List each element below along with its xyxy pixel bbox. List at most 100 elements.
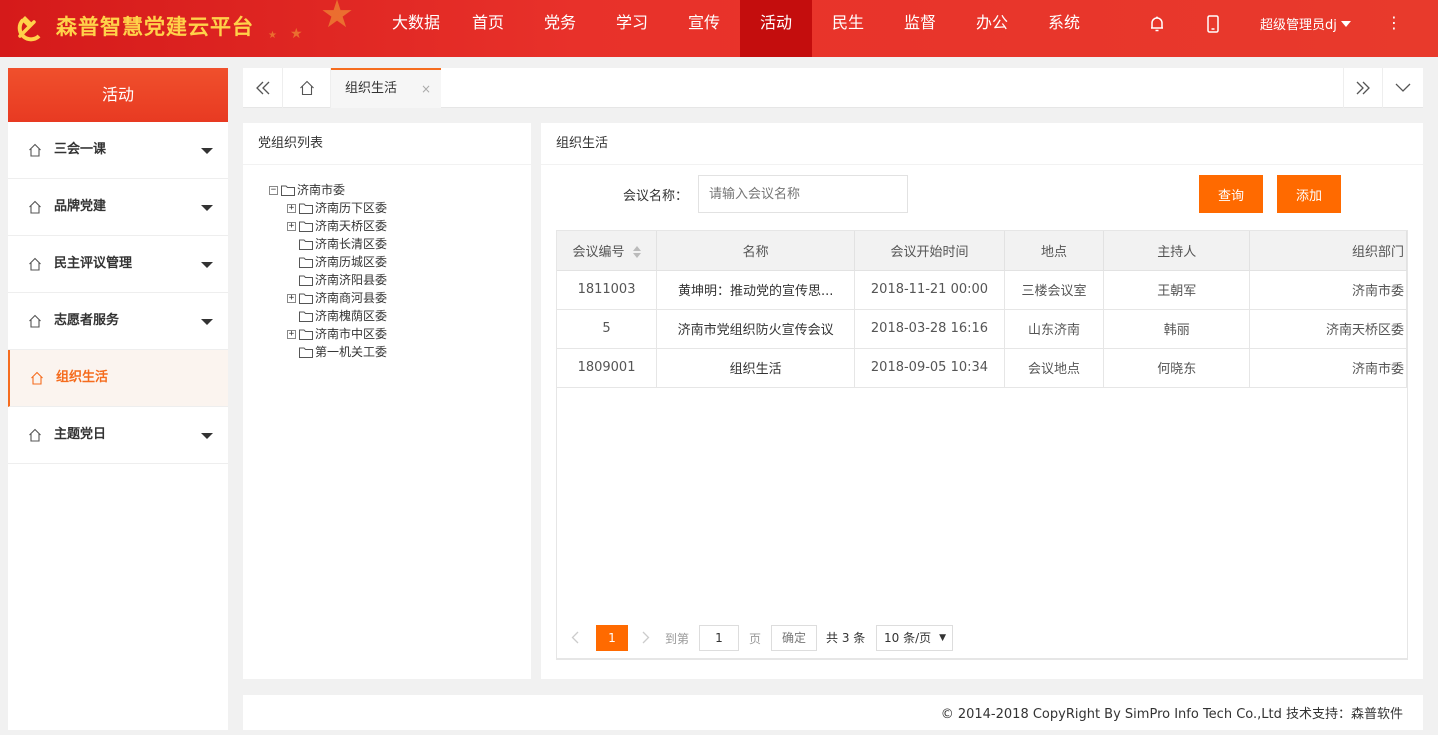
add-button[interactable]: 添加 [1277,175,1341,213]
column-header-name: 名称 [656,231,856,271]
page-size-select[interactable]: 10 条/页 ▼ [876,625,953,651]
sidebar-item-three-meetings[interactable]: 三会一课 [8,122,228,179]
tree-node-label: 济南长清区委 [315,237,388,251]
app-title: 森普智慧党建云平台 [56,15,254,39]
double-chevron-right-icon [1356,81,1370,95]
nav-party-affairs[interactable]: 党务 [524,0,596,57]
more-icon[interactable]: ⋮ [1386,13,1402,33]
tab-options-button[interactable] [1383,68,1423,108]
decorative-star: ★ [268,30,277,41]
tree-node[interactable]: + 济南历下区委 [269,199,387,217]
tree-node-root[interactable]: − 济南市委 [269,181,387,199]
tree-node[interactable]: 济南长清区委 [269,235,387,253]
expand-toggle[interactable]: + [287,329,296,339]
cell-department: 济南市委 [1249,348,1407,388]
tree-node[interactable]: + 济南市中区委 [269,325,387,343]
folder-icon [299,311,313,322]
query-button[interactable]: 查询 [1199,175,1263,213]
page-1-button[interactable]: 1 [596,625,628,651]
home-icon [299,80,314,96]
column-header-department: 组织部门 [1249,231,1407,271]
expand-toggle[interactable]: + [287,221,296,231]
footer: © 2014-2018 CopyRight By SimPro Info Tec… [243,695,1423,730]
home-icon [29,314,41,328]
tree-node[interactable]: 济南历城区委 [269,253,387,271]
cell-meeting-id: 1811003 [557,270,658,310]
tab-bar: 组织生活 × [243,68,1423,108]
sidebar: 活动 三会一课 品牌党建 民主评议管理 志愿者服务 组织生活 主题党日 [8,68,228,730]
sidebar-item-organization-life[interactable]: 组织生活 [8,350,228,407]
tree-node-label: 济南市中区委 [315,327,388,341]
goto-label: 到第 [665,632,690,646]
cell-location: 三楼会议室 [1004,270,1105,310]
sidebar-item-label: 志愿者服务 [54,313,120,328]
double-chevron-left-icon [255,81,269,95]
prev-page-icon[interactable] [571,631,579,644]
nav-livelihood[interactable]: 民生 [812,0,884,57]
sidebar-item-label: 主题党日 [54,427,107,442]
table-row[interactable]: 5 济南市党组织防火宣传会议 2018-03-28 16:16 山东济南 韩丽 济南天桥区… [557,309,1407,349]
scroll-tabs-right-button[interactable] [1343,68,1383,108]
page-suffix: 页 [749,632,762,646]
tab-organization-life[interactable]: 组织生活 × [331,68,441,108]
cell-department: 济南市委 [1249,270,1407,310]
nav-system[interactable]: 系统 [1028,0,1100,57]
caret-down-icon [201,433,213,439]
scroll-tabs-left-button[interactable] [243,68,283,108]
sidebar-item-label: 品牌党建 [54,199,107,214]
close-icon[interactable]: × [421,70,431,108]
nav-publicity[interactable]: 宣传 [668,0,740,57]
page-size-value: 10 条/页 [884,631,932,645]
decorative-star: ★ [290,26,303,42]
panel-title: 组织生活 [541,123,1423,165]
mobile-icon[interactable] [1203,14,1223,34]
tree-node-label: 济南济阳县委 [315,273,388,287]
column-header-meeting-id[interactable]: 会议编号 [557,231,658,271]
bell-icon[interactable] [1147,14,1167,34]
meeting-name-input[interactable] [698,175,908,213]
sidebar-item-theme-party-day[interactable]: 主题党日 [8,407,228,464]
nav-activity[interactable]: 活动 [740,0,812,57]
tree-node-label: 济南市委 [297,183,346,197]
sort-icon[interactable] [632,245,641,258]
pagination: 1 到第 1 页 确定 共 3 条 10 条/页 ▼ [556,616,1408,659]
expand-toggle[interactable]: + [287,293,296,303]
tree-node[interactable]: 济南济阳县委 [269,271,387,289]
nav-bigdata[interactable]: 大数据 [380,0,452,57]
table-row[interactable]: 1809001 组织生活 2018-09-05 10:34 会议地点 何晓东 济南市委 [557,348,1407,388]
tree-node-label: 济南商河县委 [315,291,388,305]
home-tab-button[interactable] [283,68,331,108]
sidebar-item-democratic-review[interactable]: 民主评议管理 [8,236,228,293]
caret-down-icon [201,205,213,211]
table-row[interactable]: 1811003 黄坤明：推动党的宣传思... 2018-11-21 00:00 三楼会… [557,270,1407,310]
top-header: ★ ★ ★ 森普智慧党建云平台 大数据 首页 党务 学习 宣传 活动 民生 监督… [0,0,1438,57]
sidebar-item-volunteer-service[interactable]: 志愿者服务 [8,293,228,350]
nav-supervision[interactable]: 监督 [884,0,956,57]
copyright-text: © 2014-2018 CopyRight By SimPro Info Tec… [940,707,1403,722]
expand-toggle[interactable]: + [287,203,296,213]
nav-office[interactable]: 办公 [956,0,1028,57]
collapse-toggle[interactable]: − [269,185,278,195]
panel-title: 党组织列表 [243,123,531,165]
sidebar-item-brand-building[interactable]: 品牌党建 [8,179,228,236]
home-icon [29,200,41,214]
tree-node[interactable]: 第一机关工委 [269,343,387,361]
tree-node[interactable]: + 济南天桥区委 [269,217,387,235]
org-tree-panel: 党组织列表 − 济南市委 + 济南历下区委 + 济南天桥区委 济南长清区委 济南历城区委济… [243,123,531,679]
nav-home[interactable]: 首页 [452,0,524,57]
chevron-down-icon [1395,83,1411,92]
user-menu[interactable]: 超级管理员dj [1260,14,1351,33]
page-number-input[interactable]: 1 [699,625,739,651]
next-page-icon[interactable] [642,631,650,644]
folder-icon [299,329,313,340]
user-name: 超级管理员dj [1260,18,1337,33]
cell-meeting-id: 1809001 [557,348,658,388]
tree-node[interactable]: 济南槐荫区委 [269,307,387,325]
tree-node-label: 济南槐荫区委 [315,309,388,323]
tree-node[interactable]: + 济南商河县委 [269,289,387,307]
party-emblem-icon [17,16,41,42]
nav-study[interactable]: 学习 [596,0,668,57]
confirm-page-button[interactable]: 确定 [771,625,817,651]
